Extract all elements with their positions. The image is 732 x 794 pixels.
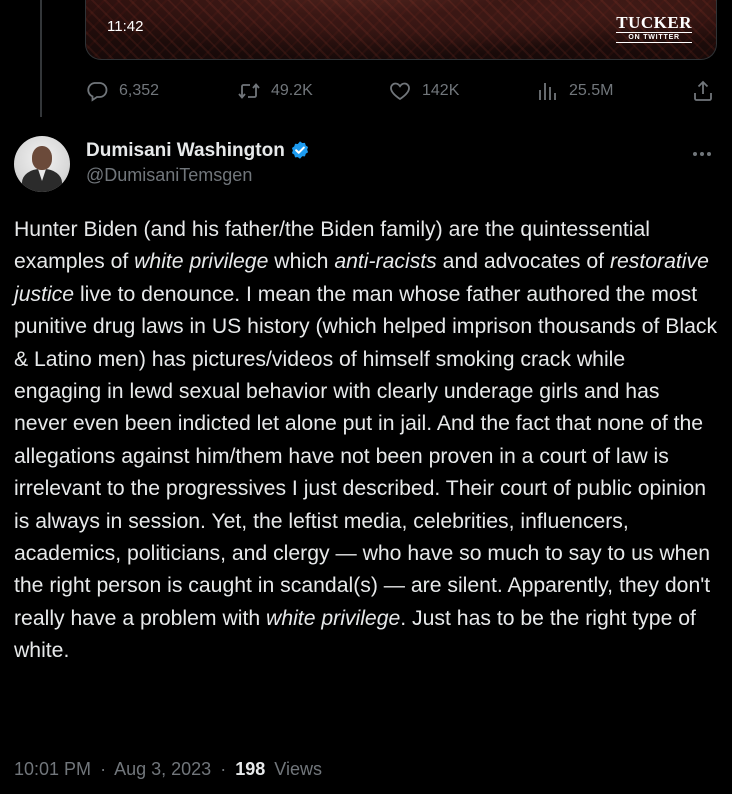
meta-separator: · <box>220 759 227 779</box>
tweet-views-label: Views <box>274 759 322 779</box>
watermark-main-text: TUCKER <box>616 13 692 32</box>
share-button[interactable] <box>691 79 715 103</box>
tweet-date[interactable]: Aug 3, 2023 <box>114 759 211 779</box>
like-count: 142K <box>422 82 460 99</box>
tucker-watermark-logo: TUCKER ON TWITTER <box>616 14 692 43</box>
meta-separator: · <box>100 759 107 779</box>
tweet-text: Hunter Biden (and his father/the Biden f… <box>14 214 718 668</box>
parent-tweet-action-bar: 6,352 49.2K 142K 25.5M <box>85 76 717 106</box>
avatar[interactable] <box>14 136 70 192</box>
verified-icon <box>291 141 308 159</box>
avatar-head <box>32 146 52 170</box>
tweet-page: TUCKER ON TWITTER 11:42 6,352 49.2K 142K <box>0 0 732 794</box>
reply-count: 6,352 <box>119 82 160 99</box>
display-name-text: Dumisani Washington <box>86 140 285 161</box>
parent-tweet-video[interactable]: TUCKER ON TWITTER <box>85 0 717 60</box>
video-duration: 11:42 <box>107 18 144 35</box>
tweet-text-italic: white privilege <box>266 606 401 630</box>
author-display-name[interactable]: Dumisani Washington <box>86 140 311 162</box>
share-icon <box>694 80 712 101</box>
more-options-icon[interactable] <box>690 142 714 166</box>
views-button[interactable]: 25.5M <box>535 79 613 103</box>
tweet-text-segment: and advocates of <box>436 250 610 274</box>
tweet-text-segment: live to denounce. I mean the man whose f… <box>14 282 718 630</box>
retweet-count: 49.2K <box>271 82 313 99</box>
like-icon <box>390 82 410 101</box>
watermark-sub-text: ON TWITTER <box>616 32 692 43</box>
retweet-button[interactable]: 49.2K <box>237 79 313 103</box>
tweet-metadata: 10:01 PM · Aug 3, 2023 · 198 Views <box>14 759 322 780</box>
thread-connector-line <box>40 0 42 117</box>
tweet-author-header: Dumisani Washington @DumisaniTemsgen <box>14 136 718 192</box>
more-dot <box>707 152 711 156</box>
tweet-text-italic: anti-racists <box>334 250 437 274</box>
like-button[interactable]: 142K <box>388 79 459 103</box>
tweet-view-count: 198 <box>235 759 266 779</box>
tweet-time[interactable]: 10:01 PM <box>14 759 91 779</box>
retweet-icon <box>238 83 260 99</box>
author-name-block: Dumisani Washington @DumisaniTemsgen <box>86 140 311 186</box>
reply-icon <box>87 82 108 102</box>
more-dot <box>700 152 704 156</box>
views-count: 25.5M <box>569 82 614 99</box>
reply-button[interactable]: 6,352 <box>85 79 159 103</box>
tweet-text-italic: white privilege <box>134 250 269 274</box>
more-dot <box>693 152 697 156</box>
author-handle[interactable]: @DumisaniTemsgen <box>86 165 311 186</box>
views-icon <box>539 83 556 100</box>
tweet-text-segment: which <box>268 250 335 274</box>
